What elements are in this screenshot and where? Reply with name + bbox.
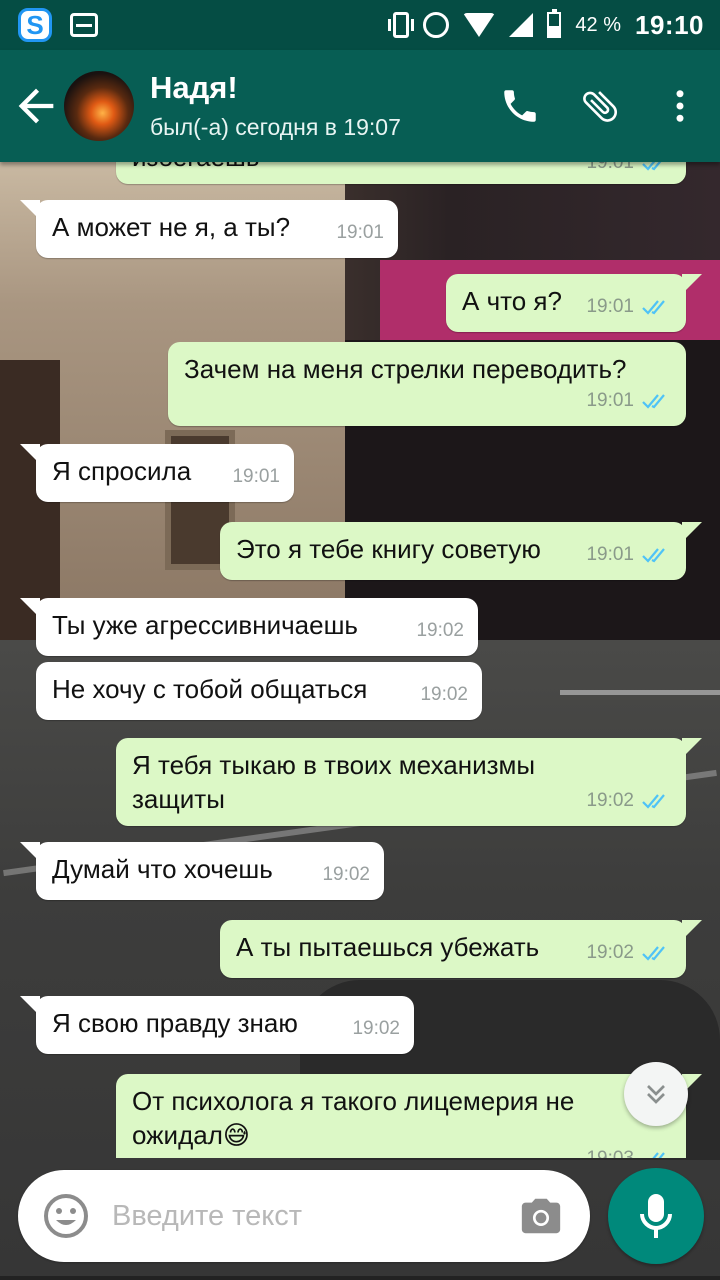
call-button[interactable] bbox=[480, 66, 560, 146]
wifi-icon bbox=[463, 13, 496, 37]
message-meta: 19:02 bbox=[416, 614, 464, 648]
message-time: 19:01 bbox=[586, 544, 634, 565]
read-ticks-icon bbox=[642, 794, 665, 809]
message-time: 19:02 bbox=[420, 684, 468, 705]
voice-record-button[interactable] bbox=[608, 1168, 704, 1264]
message-time: 19:02 bbox=[352, 1018, 400, 1039]
message-meta: 19:02 bbox=[352, 1012, 400, 1046]
contact-info[interactable]: Надя! был(-а) сегодня в 19:07 bbox=[150, 69, 401, 143]
message-outgoing[interactable]: Зачем на меня стрелки переводить? 19:01 bbox=[168, 342, 686, 426]
message-meta: 19:01 bbox=[586, 162, 672, 180]
message-meta: 19:01 bbox=[586, 384, 672, 418]
message-input[interactable] bbox=[112, 1199, 482, 1233]
message-text: А что я? bbox=[462, 286, 562, 316]
contact-name: Надя! bbox=[150, 70, 238, 105]
message-text: Не хочу с тобой общаться bbox=[52, 674, 368, 704]
avatar[interactable] bbox=[64, 71, 134, 141]
read-ticks-icon bbox=[642, 394, 665, 409]
read-ticks-icon bbox=[642, 300, 665, 315]
message-incoming[interactable]: Я свою правду знаю 19:02 bbox=[20, 996, 414, 1054]
message-time: 19:01 bbox=[586, 390, 634, 411]
phone-icon bbox=[504, 90, 536, 122]
message-incoming[interactable]: Я спросила 19:01 bbox=[20, 444, 294, 502]
attach-button[interactable] bbox=[560, 66, 640, 146]
message-meta: 19:01 bbox=[586, 538, 672, 572]
scroll-to-bottom-button[interactable] bbox=[624, 1062, 688, 1126]
read-ticks-icon bbox=[642, 548, 665, 563]
message-text: А ты пытаешься убежать bbox=[236, 932, 540, 962]
message-incoming[interactable]: Думай что хочешь 19:02 bbox=[20, 842, 384, 900]
read-ticks-icon bbox=[652, 1152, 665, 1158]
message-outgoing[interactable]: Это я тебе книгу советую 19:01 bbox=[220, 522, 702, 580]
message-text: Думай что хочешь bbox=[52, 854, 273, 884]
alarm-icon bbox=[423, 12, 450, 38]
message-outgoing[interactable]: избегаешь 19:01 bbox=[116, 162, 686, 184]
back-arrow-icon[interactable] bbox=[10, 80, 62, 132]
message-incoming[interactable]: А может не я, а ты? 19:01 bbox=[20, 200, 398, 258]
battery-percent: 42 % bbox=[575, 13, 621, 36]
message-text: Я тебя тыкаю в твоих механизмы защиты bbox=[132, 750, 536, 814]
read-ticks-icon bbox=[642, 162, 662, 171]
message-composer bbox=[18, 1170, 590, 1262]
message-incoming[interactable]: Ты уже агрессивничаешь 19:02 bbox=[20, 598, 478, 656]
message-time: 19:01 bbox=[586, 296, 634, 317]
double-chevron-down-icon bbox=[647, 1085, 665, 1104]
message-outgoing[interactable]: А что я? 19:01 bbox=[446, 274, 702, 332]
inbox-tray-icon bbox=[70, 13, 98, 37]
message-meta: 19:01 bbox=[586, 290, 672, 324]
message-text: Зачем на меня стрелки переводить? bbox=[184, 354, 627, 384]
message-text: избегаешь bbox=[132, 162, 259, 172]
battery-icon bbox=[547, 9, 562, 38]
message-text: От психолога я такого лицемерия не ожида… bbox=[132, 1086, 575, 1150]
chat-header: Надя! был(-а) сегодня в 19:07 bbox=[0, 50, 720, 162]
more-vert-icon bbox=[676, 90, 684, 122]
message-meta: 19:02 bbox=[586, 784, 672, 818]
message-time: 19:02 bbox=[586, 790, 634, 811]
message-text: А может не я, а ты? bbox=[52, 212, 291, 242]
message-meta: 19:02 bbox=[322, 858, 370, 892]
message-time: 19:01 bbox=[232, 466, 280, 487]
message-time: 19:01 bbox=[336, 222, 384, 243]
last-seen-status: был(-а) сегодня в 19:07 bbox=[150, 114, 401, 140]
message-time: 19:02 bbox=[416, 620, 464, 641]
message-time: 19:01 bbox=[586, 162, 634, 173]
message-outgoing[interactable]: Я тебя тыкаю в твоих механизмы защиты 19… bbox=[116, 738, 702, 826]
attach-icon bbox=[583, 91, 618, 122]
microphone-icon bbox=[640, 1194, 672, 1238]
vibrate-icon bbox=[388, 12, 415, 38]
message-text: Я свою правду знаю bbox=[52, 1008, 298, 1038]
message-list[interactable]: избегаешь 19:01 А может не я, а ты? 19:0… bbox=[0, 162, 720, 1158]
message-meta: 19:02 bbox=[420, 678, 468, 712]
message-meta: 19:01 bbox=[232, 460, 280, 494]
message-text: Ты уже агрессивничаешь bbox=[52, 610, 358, 640]
message-meta: 19:03 bbox=[586, 1142, 672, 1158]
app-notification-icon: S bbox=[18, 8, 52, 42]
clock: 19:10 bbox=[635, 9, 704, 40]
message-outgoing[interactable]: От психолога я такого лицемерия не ожида… bbox=[116, 1074, 702, 1158]
message-meta: 19:02 bbox=[586, 936, 672, 970]
message-meta: 19:01 bbox=[336, 216, 384, 250]
message-text: Это я тебе книгу советую bbox=[236, 534, 541, 564]
camera-icon[interactable] bbox=[518, 1193, 564, 1239]
message-incoming[interactable]: Не хочу с тобой общаться 19:02 bbox=[36, 662, 482, 720]
emoji-icon[interactable] bbox=[42, 1192, 90, 1240]
message-outgoing[interactable]: А ты пытаешься убежать 19:02 bbox=[220, 920, 702, 978]
message-time: 19:02 bbox=[322, 864, 370, 885]
read-ticks-icon bbox=[642, 946, 665, 961]
more-options-button[interactable] bbox=[640, 66, 720, 146]
message-time: 19:02 bbox=[586, 942, 634, 963]
message-text: Я спросила bbox=[52, 456, 192, 486]
message-time: 19:03 bbox=[586, 1142, 634, 1158]
status-bar: S 42 % 19:10 bbox=[0, 0, 720, 50]
signal-icon bbox=[509, 13, 534, 37]
navigation-bar-edge bbox=[0, 1276, 720, 1280]
